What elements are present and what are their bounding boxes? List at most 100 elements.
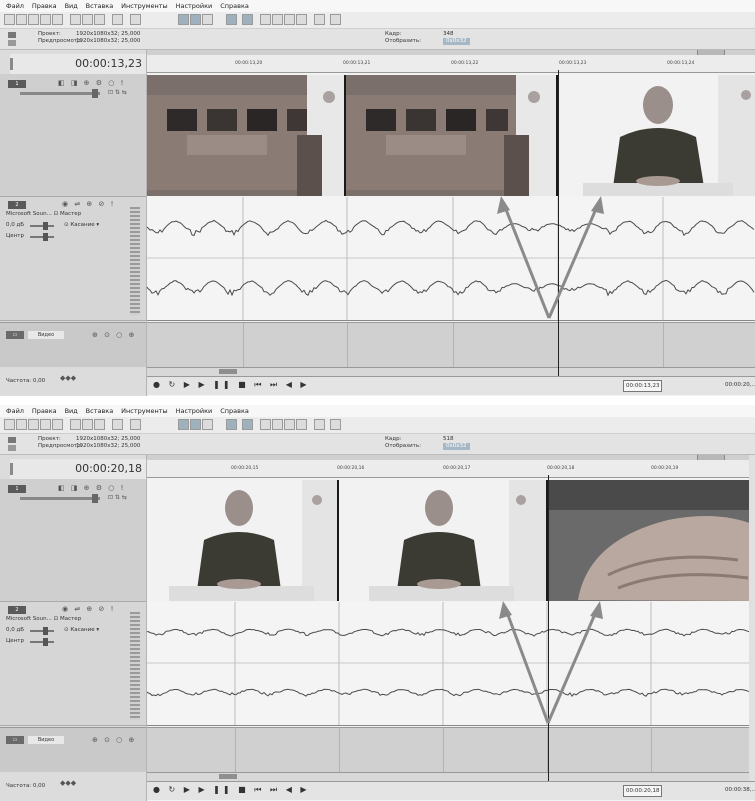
lock-envelopes-icon[interactable] <box>272 419 283 430</box>
save-icon[interactable] <box>28 419 39 430</box>
properties-icon[interactable] <box>52 419 63 430</box>
new-file-icon[interactable] <box>4 419 15 430</box>
menu-file[interactable]: Файл <box>6 405 24 417</box>
video-track-header[interactable]: 1 ◧ ◨ ⊕ ⚙ ○ ! ⊡ ⇅ ⇆ <box>0 479 146 602</box>
level-slider-knob[interactable] <box>92 494 98 503</box>
menu-tools[interactable]: Инструменты <box>121 405 168 417</box>
bus-track-name[interactable]: Видео <box>28 331 64 339</box>
transport-timecode[interactable]: 00:00:13,23 <box>623 380 663 392</box>
bus-track-header[interactable]: ▭ Видео ⊕ ⊙ ○ ⊕ <box>0 727 146 772</box>
track-controls[interactable]: ◧ ◨ ⊕ ⚙ ○ ! <box>58 79 125 87</box>
pan-slider[interactable] <box>30 233 54 241</box>
loop-region-bar[interactable] <box>147 455 755 460</box>
help-icon[interactable] <box>330 14 341 25</box>
expand-icon[interactable] <box>8 437 16 443</box>
help-icon[interactable] <box>330 419 341 430</box>
menu-settings[interactable]: Настройки <box>176 405 213 417</box>
cut-icon[interactable] <box>70 419 81 430</box>
copy-icon[interactable] <box>82 14 93 25</box>
lock-envelopes-icon[interactable] <box>272 14 283 25</box>
video-track-header[interactable]: 1 ◧ ◨ ⊕ ⚙ ○ ! ⊡ ⇅ ⇆ <box>0 74 146 197</box>
menu-edit[interactable]: Правка <box>32 405 57 417</box>
scroll-thumb[interactable] <box>219 774 237 779</box>
auto-crossfade-icon[interactable] <box>242 419 253 430</box>
open-icon[interactable] <box>16 14 27 25</box>
menu-tools[interactable]: Инструменты <box>121 0 168 12</box>
audio-track-header[interactable]: 2 ◉ ⇌ ⊕ ⊘ ! Microsoft Soun... ⊡ Мастер 0… <box>0 602 146 726</box>
pan-slider-knob[interactable] <box>43 638 48 646</box>
selection-tool-icon[interactable] <box>202 419 213 430</box>
bus-track-lane[interactable] <box>147 727 755 772</box>
touch-mode[interactable]: Касание <box>70 627 94 633</box>
collapse-icon[interactable] <box>8 445 16 451</box>
rate-slider-icon[interactable]: ◆◆◆ <box>60 779 76 787</box>
menu-view[interactable]: Вид <box>65 0 78 12</box>
audio-track-controls[interactable]: ◉ ⇌ ⊕ ⊘ ! <box>62 200 115 208</box>
new-file-icon[interactable] <box>4 14 15 25</box>
snap-icon[interactable] <box>226 14 237 25</box>
bus-track-controls[interactable]: ⊕ ⊙ ○ ⊕ <box>92 331 136 339</box>
volume-slider[interactable] <box>30 222 54 230</box>
menu-file[interactable]: Файл <box>6 0 24 12</box>
open-icon[interactable] <box>16 419 27 430</box>
volume-slider[interactable] <box>30 627 54 635</box>
video-track-lane[interactable] <box>147 75 755 196</box>
level-slider[interactable] <box>20 89 100 98</box>
redo-icon[interactable] <box>130 419 141 430</box>
events-icon[interactable] <box>296 14 307 25</box>
audio-track-controls[interactable]: ◉ ⇌ ⊕ ⊘ ! <box>62 605 115 613</box>
properties-icon[interactable] <box>52 14 63 25</box>
vertical-scrollbar[interactable] <box>749 455 755 781</box>
ripple-icon[interactable] <box>260 14 271 25</box>
audio-track-header[interactable]: 2 ◉ ⇌ ⊕ ⊘ ! Microsoft Soun... ⊡ Мастер 0… <box>0 197 146 321</box>
grip-handle[interactable] <box>10 463 13 475</box>
track-controls[interactable]: ◧ ◨ ⊕ ⚙ ○ ! <box>58 484 125 492</box>
copy-icon[interactable] <box>82 419 93 430</box>
bus-track-header[interactable]: ▭ Видео ⊕ ⊙ ○ ⊕ <box>0 322 146 367</box>
bus-track-controls[interactable]: ⊕ ⊙ ○ ⊕ <box>92 736 136 744</box>
touch-mode[interactable]: Касание <box>70 222 94 228</box>
ignore-grouping-icon[interactable] <box>284 419 295 430</box>
ripple-icon[interactable] <box>260 419 271 430</box>
render-icon[interactable] <box>40 419 51 430</box>
save-icon[interactable] <box>28 14 39 25</box>
video-track-lane[interactable] <box>147 480 755 601</box>
paste-icon[interactable] <box>94 419 105 430</box>
pan-slider-knob[interactable] <box>43 233 48 241</box>
horizontal-scrollbar[interactable] <box>147 772 755 781</box>
expand-icon[interactable] <box>8 32 16 38</box>
menu-insert[interactable]: Вставка <box>86 405 114 417</box>
menu-insert[interactable]: Вставка <box>86 0 114 12</box>
loop-marker[interactable] <box>697 50 725 55</box>
transport-controls[interactable]: ● ↻ ▶ ▶ ❚❚ ■ ⏮ ⏭ ◀ ▶ <box>153 380 310 390</box>
undo-icon[interactable] <box>112 14 123 25</box>
menu-edit[interactable]: Правка <box>32 0 57 12</box>
normal-edit-tool-icon[interactable] <box>178 14 189 25</box>
horizontal-scrollbar[interactable] <box>147 367 755 376</box>
menu-view[interactable]: Вид <box>65 405 78 417</box>
cut-icon[interactable] <box>70 14 81 25</box>
paste-icon[interactable] <box>94 14 105 25</box>
redo-icon[interactable] <box>130 14 141 25</box>
audio-track-lane[interactable] <box>146 602 755 726</box>
playhead-cursor[interactable] <box>548 475 549 781</box>
events-icon[interactable] <box>296 419 307 430</box>
whats-this-icon[interactable] <box>314 14 325 25</box>
auto-crossfade-icon[interactable] <box>242 14 253 25</box>
playhead-cursor[interactable] <box>558 70 559 376</box>
loop-region-bar[interactable] <box>147 50 755 55</box>
timeline-ruler[interactable]: 00:00:13,20 00:00:13,21 00:00:13,22 00:0… <box>147 50 755 73</box>
loop-marker[interactable] <box>697 455 725 460</box>
audio-track-lane[interactable] <box>146 197 755 321</box>
bus-track-lane[interactable] <box>147 322 755 367</box>
bus-track-name[interactable]: Видео <box>28 736 64 744</box>
transport-timecode[interactable]: 00:00:20,18 <box>623 785 663 797</box>
envelope-tool-icon[interactable] <box>190 14 201 25</box>
collapse-icon[interactable] <box>8 40 16 46</box>
level-slider-knob[interactable] <box>92 89 98 98</box>
envelope-tool-icon[interactable] <box>190 419 201 430</box>
grip-handle[interactable] <box>10 58 13 70</box>
pan-slider[interactable] <box>30 638 54 646</box>
motion-icon[interactable]: ⊡ ⇅ ⇆ <box>108 494 127 501</box>
ignore-grouping-icon[interactable] <box>284 14 295 25</box>
